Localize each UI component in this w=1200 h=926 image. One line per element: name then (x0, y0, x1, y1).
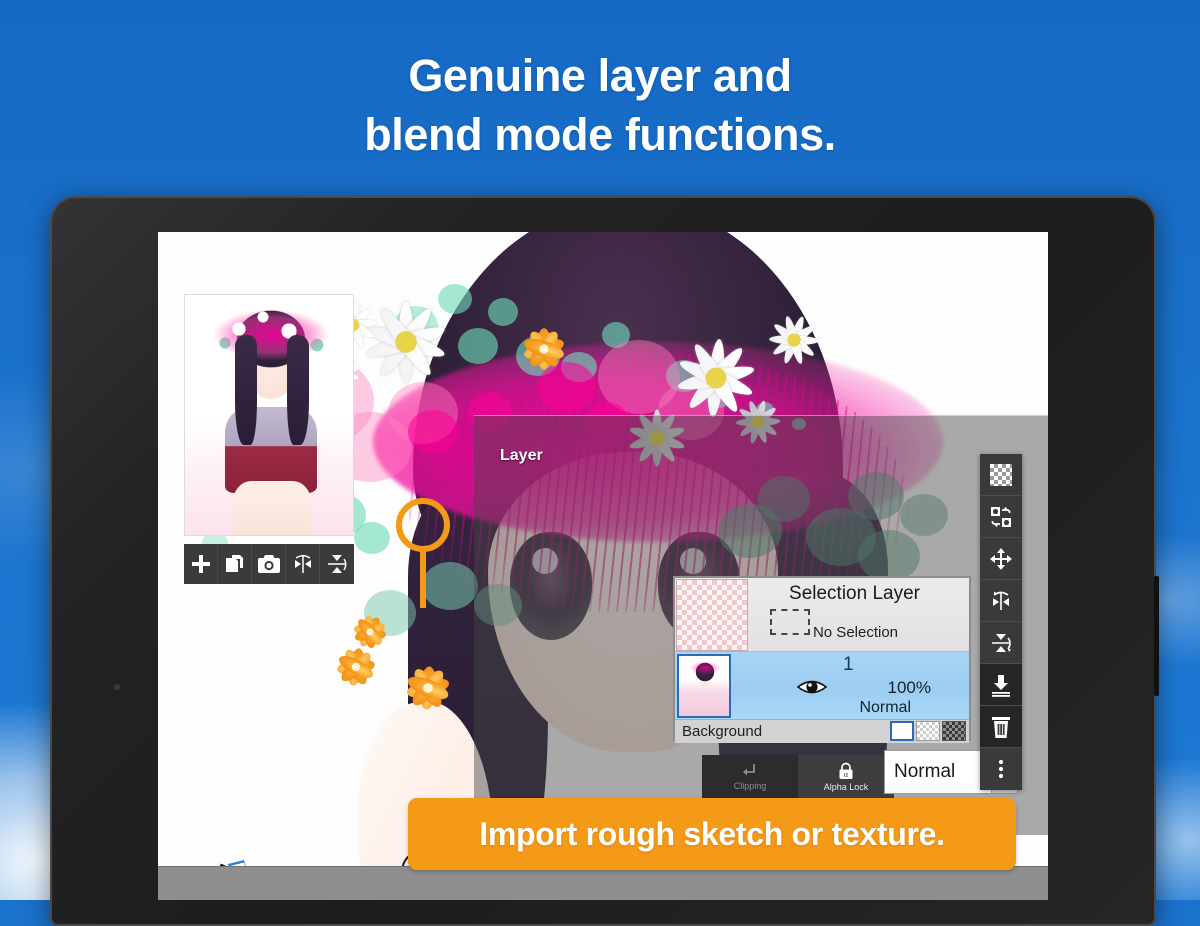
swap-objects-icon (991, 506, 1011, 527)
headline-line-1: Genuine layer and (408, 50, 792, 101)
more-options-tool-button[interactable] (980, 748, 1022, 790)
merge-down-tool-button[interactable] (980, 664, 1022, 706)
flip-vertical-tool-button[interactable] (980, 622, 1022, 664)
background-swatch-light-checker[interactable] (916, 721, 940, 741)
callout-banner: Import rough sketch or texture. (408, 798, 1016, 870)
background-label: Background (682, 723, 763, 740)
move-tool-button[interactable] (980, 538, 1022, 580)
delete-layer-tool-button[interactable] (980, 706, 1022, 748)
clipping-button[interactable]: Clipping (702, 755, 798, 799)
add-layer-button[interactable] (184, 544, 218, 584)
plus-icon (191, 555, 210, 573)
selection-layer-row[interactable]: Selection Layer No Selection (675, 578, 969, 652)
layer-mode-row[interactable]: Clipping α Alpha Lock (702, 755, 894, 799)
clipping-arrow-icon (743, 764, 755, 776)
page-title: Genuine layer and blend mode functions. (0, 46, 1200, 165)
layer-opacity: 100% (887, 678, 931, 697)
layer-panel-title: Layer (500, 447, 543, 464)
selection-layer-status: No Selection (812, 624, 899, 641)
flip-horizontal-tool-button[interactable] (980, 580, 1022, 622)
merge-down-icon (992, 674, 1010, 697)
background-row[interactable]: Background (675, 720, 969, 743)
layer-blend-mode: Normal (859, 699, 911, 716)
transparency-tool-button[interactable] (980, 454, 1022, 496)
flip-layer-button[interactable] (286, 544, 320, 584)
move-arrows-icon (990, 547, 1012, 570)
table-row[interactable]: 1 100% Normal (675, 652, 969, 720)
transform-layer-button[interactable] (320, 544, 354, 584)
alpha-lock-button[interactable]: α Alpha Lock (798, 755, 894, 799)
layer-action-toolbar[interactable] (184, 544, 354, 584)
selection-layer-title: Selection Layer (789, 583, 920, 604)
swap-transform-tool-button[interactable] (980, 496, 1022, 538)
callout-text: Import rough sketch or texture. (479, 815, 945, 852)
kebab-menu-icon (998, 759, 1004, 779)
layer-tools-strip[interactable] (980, 454, 1022, 790)
front-camera-icon (113, 683, 121, 691)
bottom-toolbar[interactable] (158, 866, 1048, 900)
background-swatch-white[interactable] (890, 721, 914, 741)
import-photo-button[interactable] (252, 544, 286, 584)
layer-list[interactable]: Selection Layer No Selection 1 100% Norm… (673, 576, 971, 743)
alpha-lock-icon: α (839, 762, 853, 779)
selection-layer-thumbnail (676, 579, 748, 651)
callout-highlight-ring (396, 498, 450, 552)
flip-horizontal-icon (294, 555, 311, 573)
blend-mode-value: Normal (894, 761, 956, 782)
layer-preview-hair-right (287, 335, 309, 445)
camera-icon (257, 555, 280, 573)
trash-icon (992, 716, 1010, 738)
background-swatches[interactable] (890, 721, 966, 741)
layer-thumbnail (677, 654, 731, 718)
headline-line-2: blend mode functions. (364, 109, 836, 161)
layer-preview-legs (233, 481, 311, 535)
callout-connector-line (420, 548, 426, 608)
background-swatch-dark-checker[interactable] (942, 721, 966, 741)
flip-vertical-icon (328, 555, 347, 573)
checkerboard-icon (990, 463, 1012, 486)
duplicate-layer-button[interactable] (218, 544, 252, 584)
active-layer-preview[interactable] (184, 294, 354, 536)
layer-preview-hair-left (235, 335, 257, 445)
duplicate-icon (225, 555, 243, 572)
clipping-label: Clipping (733, 781, 767, 791)
eye-visibility-icon[interactable] (797, 678, 827, 696)
alpha-lock-label: Alpha Lock (823, 782, 869, 792)
layer-name: 1 (843, 654, 854, 675)
flip-vertical-icon (992, 633, 1011, 652)
flip-horizontal-icon (993, 591, 1009, 610)
